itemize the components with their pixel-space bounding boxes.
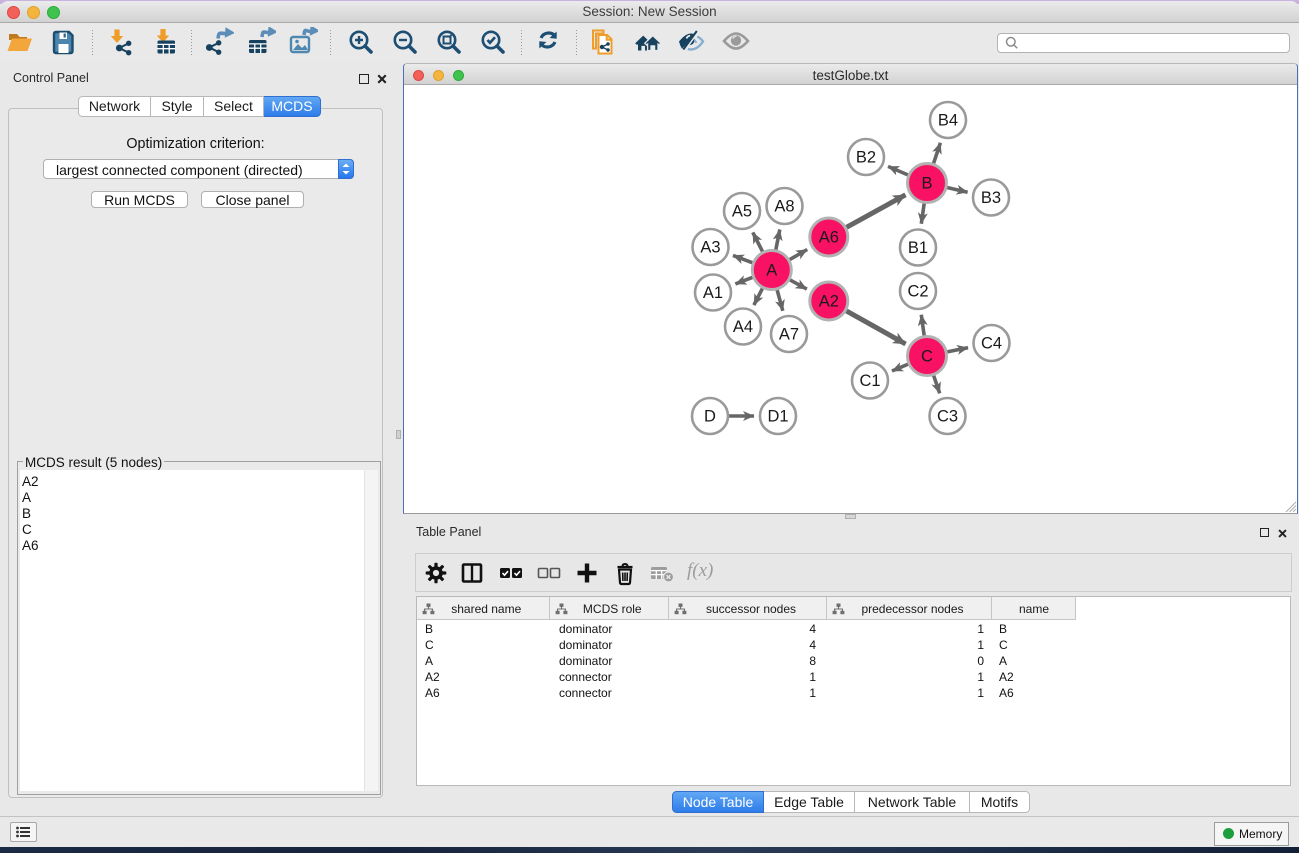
svg-text:A5: A5 xyxy=(732,203,752,221)
svg-text:A3: A3 xyxy=(700,239,720,257)
svg-text:C1: C1 xyxy=(859,372,880,390)
svg-text:B2: B2 xyxy=(856,149,876,167)
svg-text:A8: A8 xyxy=(774,198,794,216)
svg-text:C3: C3 xyxy=(937,408,958,426)
svg-text:C: C xyxy=(921,348,933,366)
svg-text:B4: B4 xyxy=(938,112,958,130)
svg-text:A4: A4 xyxy=(733,318,753,336)
svg-text:D1: D1 xyxy=(767,408,788,426)
svg-text:A2: A2 xyxy=(819,293,839,311)
svg-text:D: D xyxy=(704,408,716,426)
svg-text:A: A xyxy=(766,262,777,280)
svg-text:C4: C4 xyxy=(981,335,1002,353)
svg-text:A6: A6 xyxy=(819,229,839,247)
svg-text:B: B xyxy=(921,175,932,193)
svg-text:B3: B3 xyxy=(981,189,1001,207)
svg-text:B1: B1 xyxy=(908,239,928,257)
svg-text:C2: C2 xyxy=(907,283,928,301)
svg-text:A1: A1 xyxy=(703,284,723,302)
svg-text:A7: A7 xyxy=(779,326,799,344)
